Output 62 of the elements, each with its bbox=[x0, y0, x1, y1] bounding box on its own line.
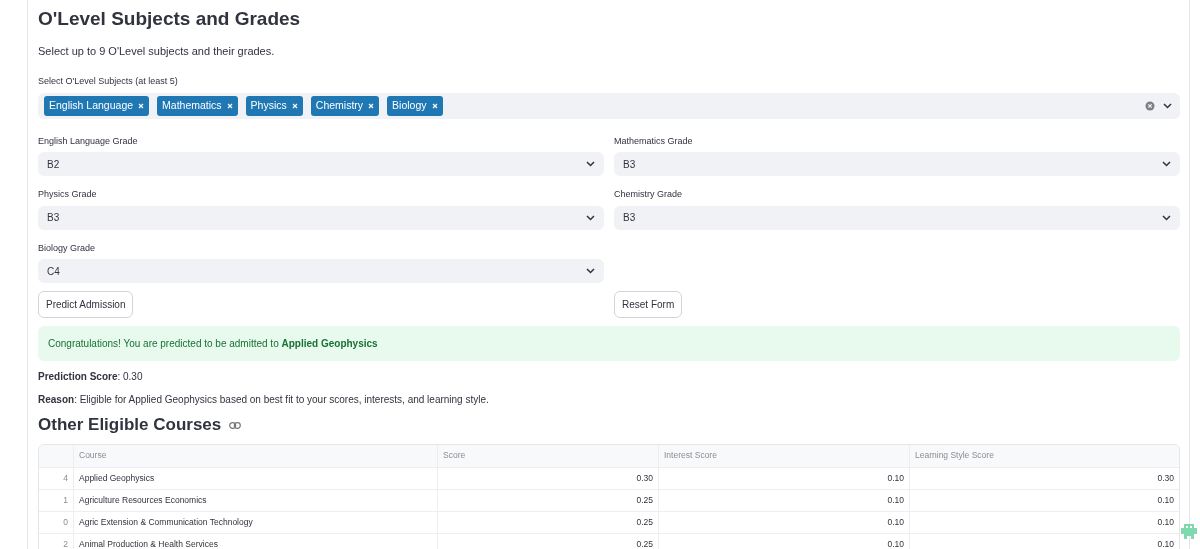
table-cell: 0.10 bbox=[909, 489, 1179, 511]
table-cell: Agric Extension & Communication Technology bbox=[73, 511, 437, 533]
chevron-down-icon[interactable] bbox=[1163, 102, 1172, 109]
action-button[interactable]: Reset Form bbox=[614, 291, 683, 319]
field-label: Physics Grade bbox=[38, 188, 98, 202]
close-icon[interactable] bbox=[291, 102, 298, 109]
field-label: Mathematics Grade bbox=[614, 134, 694, 148]
table-cell: 0.10 bbox=[658, 511, 909, 533]
row-index: 4 bbox=[62, 471, 69, 485]
table-cell: 0.10 bbox=[909, 533, 1179, 549]
chevron-down-icon[interactable] bbox=[1162, 161, 1171, 168]
field-label: Chemistry Grade bbox=[614, 188, 684, 202]
subject-tag[interactable]: Biology bbox=[387, 95, 443, 116]
select-field[interactable]: B3 bbox=[38, 205, 604, 230]
table-cell: 0.10 bbox=[909, 511, 1179, 533]
clear-icon[interactable] bbox=[1145, 100, 1155, 111]
select-field[interactable]: C4 bbox=[38, 259, 604, 284]
prediction-score-text: Prediction Score: 0.30 bbox=[38, 370, 144, 385]
row-index: 0 bbox=[62, 515, 69, 529]
subject-tag[interactable]: Physics bbox=[245, 95, 303, 116]
subject-tag[interactable]: Mathematics bbox=[157, 95, 238, 116]
chevron-down-icon[interactable] bbox=[586, 214, 595, 221]
link-icon[interactable] bbox=[229, 422, 242, 429]
table-cell: 0.30 bbox=[909, 467, 1179, 489]
subject-tag[interactable]: English Language bbox=[44, 95, 150, 116]
row-index: 2 bbox=[62, 537, 69, 549]
table-cell: 0.25 bbox=[437, 511, 658, 533]
multiselect-field[interactable]: English Language Mathematics Physics Chemistry Biology bbox=[38, 92, 1180, 119]
field-label: Select O'Level Subjects (at least 5) bbox=[38, 75, 179, 89]
chevron-down-icon[interactable] bbox=[586, 161, 595, 168]
success-alert: Congratulations! You are predicted to be admitted to Applied Geophysics bbox=[38, 326, 1180, 362]
field-label: English Language Grade bbox=[38, 134, 139, 148]
table-cell: 0.25 bbox=[437, 489, 658, 511]
action-button[interactable]: Predict Admission bbox=[38, 291, 134, 319]
column-header: Interest Score bbox=[658, 444, 909, 467]
reason-text: Reason: Eligible for Applied Geophysics based on best fit to your scores, interests, and learning style. bbox=[38, 393, 490, 408]
table-cell: 0.25 bbox=[437, 533, 658, 549]
chevron-down-icon[interactable] bbox=[1162, 214, 1171, 221]
table-cell: 0.10 bbox=[658, 467, 909, 489]
select-field[interactable]: B3 bbox=[614, 152, 1180, 177]
section-heading: Other Eligible Courses bbox=[38, 415, 222, 436]
table-cell: 0.10 bbox=[658, 489, 909, 511]
chevron-down-icon[interactable] bbox=[586, 268, 595, 275]
subject-tag[interactable]: Chemistry bbox=[310, 95, 380, 116]
select-field[interactable]: B2 bbox=[38, 152, 604, 177]
table-cell: Applied Geophysics bbox=[73, 467, 437, 489]
page-title: O'Level Subjects and Grades bbox=[38, 8, 302, 31]
close-icon[interactable] bbox=[431, 102, 438, 109]
field-label: Biology Grade bbox=[38, 241, 97, 255]
column-header: Score bbox=[437, 444, 658, 467]
table-cell: 0.30 bbox=[437, 467, 658, 489]
intro-text: Select up to 9 O'Level subjects and their grades. bbox=[38, 43, 276, 59]
table-cell: Agriculture Resources Economics bbox=[73, 489, 437, 511]
close-icon[interactable] bbox=[226, 102, 233, 109]
row-index: 1 bbox=[62, 493, 69, 507]
table-cell: Animal Production & Health Services bbox=[73, 533, 437, 549]
column-header: Learning Style Score bbox=[909, 444, 1179, 467]
select-field[interactable]: B3 bbox=[614, 205, 1180, 230]
table-cell: 0.10 bbox=[658, 533, 909, 549]
close-icon[interactable] bbox=[138, 102, 145, 109]
close-icon[interactable] bbox=[368, 102, 375, 109]
column-header: Course bbox=[73, 444, 437, 467]
